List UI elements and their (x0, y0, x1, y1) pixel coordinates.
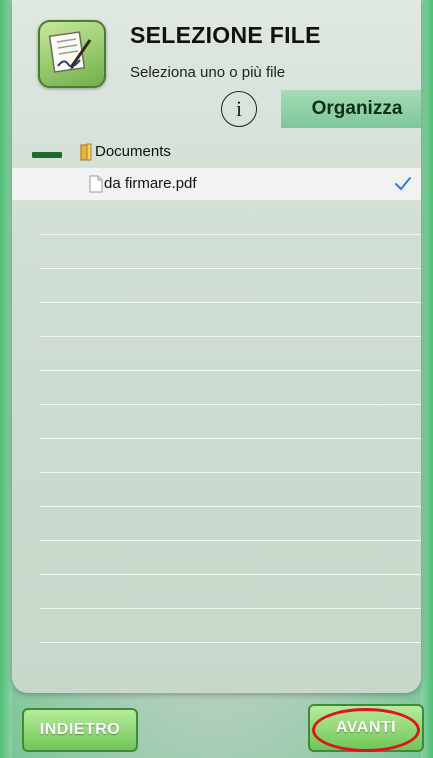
list-separator (40, 540, 421, 541)
organize-button[interactable]: Organizza (281, 90, 421, 128)
list-separator (40, 234, 421, 235)
file-label: da firmare.pdf (104, 175, 197, 192)
file-icon (89, 175, 103, 193)
list-separator (40, 574, 421, 575)
file-row[interactable]: da firmare.pdf (12, 168, 421, 200)
list-separator (40, 404, 421, 405)
page-title: SELEZIONE FILE (130, 22, 321, 48)
collapse-minus-icon[interactable] (32, 152, 62, 158)
info-button[interactable]: i (221, 91, 257, 127)
list-separator (40, 336, 421, 337)
page-subtitle: Seleziona uno o più file (130, 64, 286, 81)
next-button[interactable]: AVANTI (308, 704, 424, 752)
list-separator (40, 506, 421, 507)
left-frame (0, 0, 12, 758)
folder-label: Documents (95, 143, 171, 160)
list-separator (40, 642, 421, 643)
back-button[interactable]: INDIETRO (22, 708, 138, 752)
right-frame (421, 0, 433, 758)
empty-list-area (40, 200, 421, 680)
list-separator (40, 438, 421, 439)
list-separator (40, 268, 421, 269)
list-separator (40, 608, 421, 609)
list-separator (40, 302, 421, 303)
checkmark-icon (395, 177, 411, 191)
list-separator (40, 370, 421, 371)
folder-row-documents[interactable]: Documents (12, 138, 421, 168)
file-selection-panel: SELEZIONE FILE Seleziona uno o più file … (12, 0, 421, 693)
list-separator (40, 472, 421, 473)
signature-document-icon (38, 20, 106, 88)
folder-icon (80, 143, 92, 161)
